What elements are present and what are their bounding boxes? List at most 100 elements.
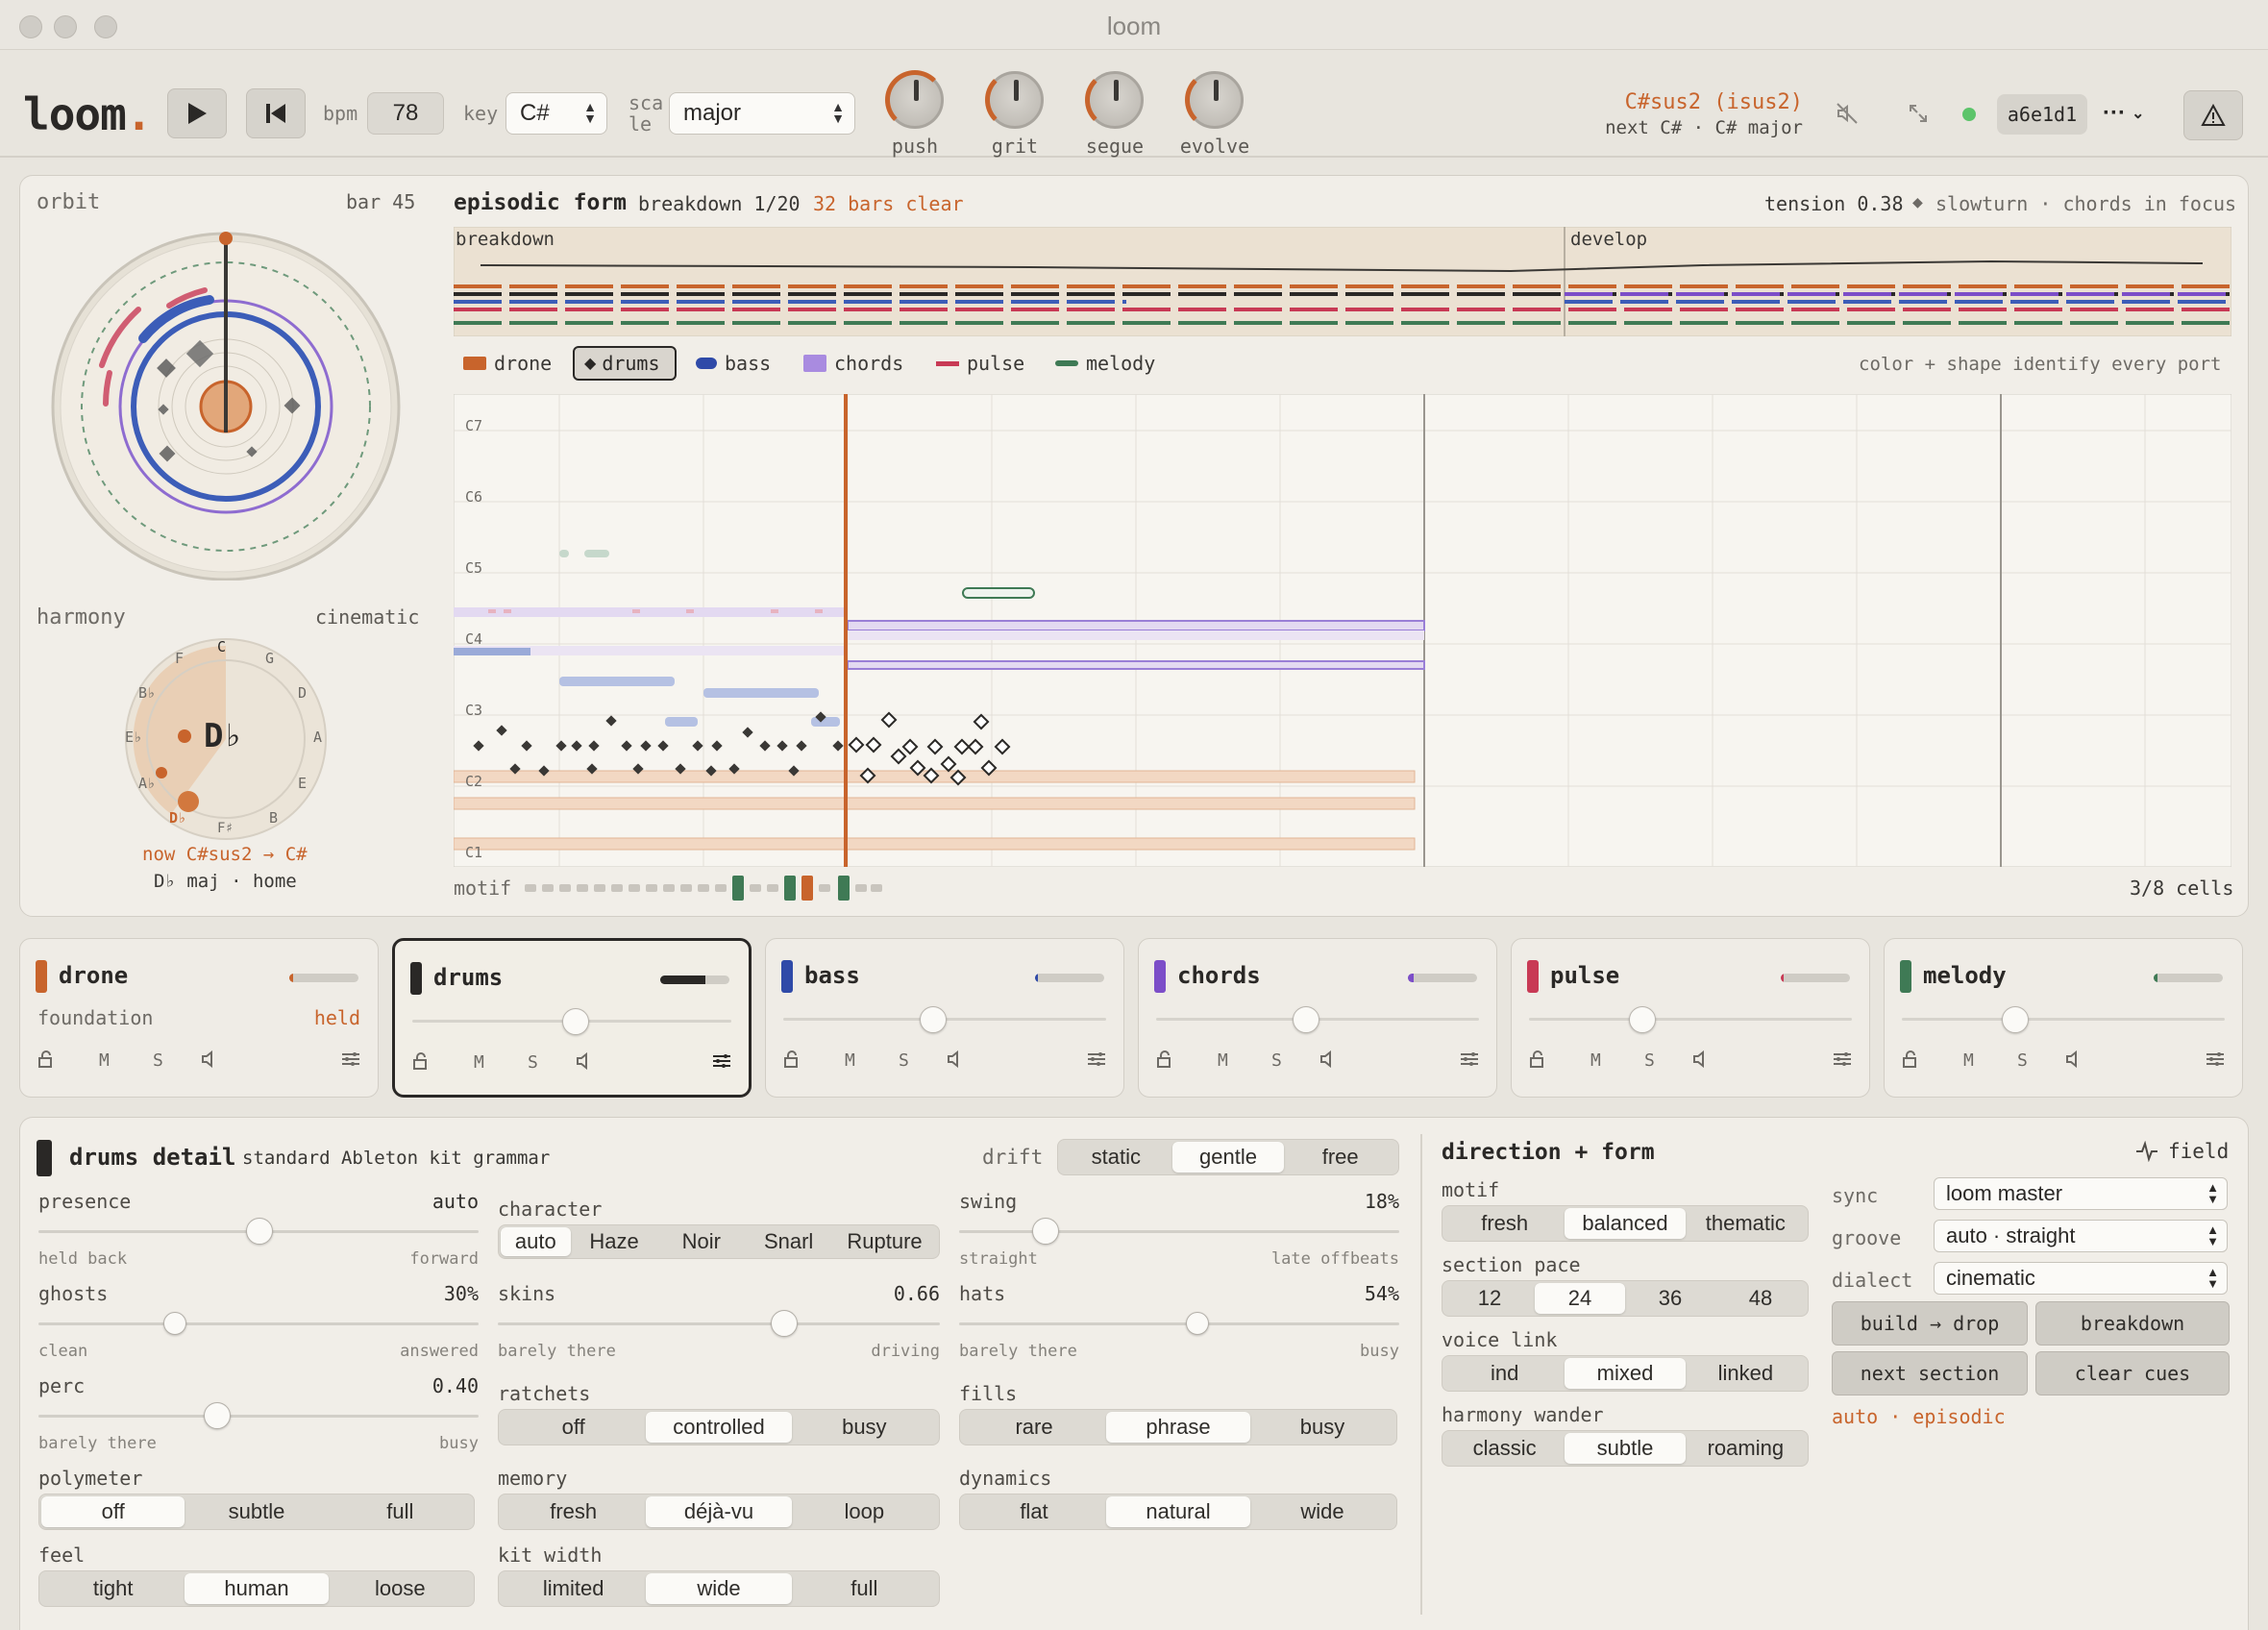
- pace-24[interactable]: 24: [1535, 1283, 1625, 1314]
- groove-select[interactable]: auto · straight ▲ ▼: [1934, 1220, 2228, 1252]
- pace-12[interactable]: 12: [1444, 1283, 1535, 1314]
- perc-thumb[interactable]: [204, 1402, 231, 1429]
- volume-slider[interactable]: [783, 1006, 1106, 1033]
- wander-roaming[interactable]: roaming: [1686, 1433, 1806, 1464]
- mute-button[interactable]: M: [845, 1050, 855, 1071]
- fills-rare[interactable]: rare: [962, 1412, 1106, 1443]
- wander-classic[interactable]: classic: [1444, 1433, 1565, 1464]
- segue-knob[interactable]: [1085, 70, 1144, 130]
- motif-strip[interactable]: [523, 875, 984, 901]
- mute-button[interactable]: M: [1218, 1050, 1228, 1071]
- track-card-bass[interactable]: bass M S: [765, 938, 1124, 1098]
- play-button[interactable]: [167, 88, 227, 138]
- section-pace-selector[interactable]: 12 24 36 48: [1442, 1280, 1809, 1317]
- volume-slider[interactable]: [1902, 1006, 2225, 1033]
- solo-button[interactable]: S: [1271, 1050, 1282, 1071]
- voice-link-ind[interactable]: ind: [1444, 1358, 1565, 1389]
- voice-link-selector[interactable]: ind mixed linked: [1442, 1355, 1809, 1392]
- lock-button[interactable]: [37, 1050, 55, 1073]
- kit-width-full[interactable]: full: [792, 1573, 937, 1604]
- mute-button[interactable]: M: [99, 1050, 110, 1071]
- polymeter-subtle[interactable]: subtle: [185, 1496, 328, 1527]
- ratchets-busy[interactable]: busy: [792, 1412, 937, 1443]
- character-noir[interactable]: Noir: [657, 1227, 745, 1256]
- polymeter-off[interactable]: off: [41, 1496, 185, 1527]
- dialect-select[interactable]: cinematic ▲ ▼: [1934, 1262, 2228, 1295]
- solo-button[interactable]: S: [2017, 1050, 2028, 1071]
- legend-chords[interactable]: chords: [803, 352, 903, 375]
- legend-pulse[interactable]: pulse: [936, 352, 1024, 375]
- character-haze[interactable]: Haze: [571, 1227, 658, 1256]
- session-id-badge[interactable]: a6e1d1: [1997, 94, 2087, 135]
- character-selector[interactable]: auto Haze Noir Snarl Rupture: [498, 1224, 940, 1259]
- swing-thumb[interactable]: [1032, 1218, 1059, 1245]
- evolve-knob[interactable]: [1185, 70, 1244, 130]
- push-knob[interactable]: [885, 70, 945, 130]
- settings-button[interactable]: [2206, 1050, 2225, 1073]
- volume-slider[interactable]: [1156, 1006, 1479, 1033]
- mute-button[interactable]: M: [1590, 1050, 1601, 1071]
- volume-slider[interactable]: [412, 1008, 731, 1035]
- mute-button[interactable]: M: [1963, 1050, 1974, 1071]
- ratchets-controlled[interactable]: controlled: [646, 1412, 792, 1443]
- motif-thematic[interactable]: thematic: [1686, 1208, 1806, 1239]
- memory-loop[interactable]: loop: [792, 1496, 937, 1527]
- motif-selector[interactable]: fresh balanced thematic: [1442, 1205, 1809, 1242]
- harmony-wander-selector[interactable]: classic subtle roaming: [1442, 1430, 1809, 1467]
- track-card-drone[interactable]: drone foundation held M S: [19, 938, 379, 1098]
- motif-fresh[interactable]: fresh: [1444, 1208, 1565, 1239]
- build-drop-button[interactable]: build → drop: [1832, 1301, 2028, 1346]
- polymeter-selector[interactable]: off subtle full: [38, 1494, 475, 1530]
- character-rupture[interactable]: Rupture: [832, 1227, 937, 1256]
- feel-tight[interactable]: tight: [41, 1573, 185, 1604]
- voice-link-mixed[interactable]: mixed: [1565, 1358, 1686, 1389]
- swing-slider[interactable]: [959, 1230, 1399, 1233]
- fills-busy[interactable]: busy: [1250, 1412, 1394, 1443]
- feel-loose[interactable]: loose: [329, 1573, 472, 1604]
- pace-36[interactable]: 36: [1625, 1283, 1715, 1314]
- legend-melody[interactable]: melody: [1055, 352, 1155, 375]
- lock-button[interactable]: [1902, 1050, 1919, 1073]
- track-card-pulse[interactable]: pulse M S: [1511, 938, 1870, 1098]
- skins-slider[interactable]: [498, 1322, 940, 1325]
- pace-48[interactable]: 48: [1715, 1283, 1806, 1314]
- next-section-button[interactable]: next section: [1832, 1351, 2028, 1395]
- drift-free[interactable]: free: [1284, 1142, 1396, 1173]
- volume-button[interactable]: [1692, 1050, 1712, 1073]
- volume-button[interactable]: [576, 1051, 595, 1074]
- character-auto[interactable]: auto: [501, 1227, 571, 1256]
- legend-bass[interactable]: bass: [696, 352, 771, 375]
- settings-button[interactable]: [1460, 1050, 1479, 1073]
- lock-button[interactable]: [1529, 1050, 1546, 1073]
- rewind-button[interactable]: [246, 88, 306, 138]
- dynamics-natural[interactable]: natural: [1106, 1496, 1250, 1527]
- lock-button[interactable]: [1156, 1050, 1173, 1073]
- scale-select[interactable]: major ▲ ▼: [669, 92, 855, 135]
- volume-button[interactable]: [1319, 1050, 1339, 1073]
- solo-button[interactable]: S: [528, 1052, 538, 1073]
- fills-phrase[interactable]: phrase: [1106, 1412, 1250, 1443]
- voice-link-linked[interactable]: linked: [1686, 1358, 1806, 1389]
- grit-knob[interactable]: [985, 70, 1044, 130]
- solo-button[interactable]: S: [1644, 1050, 1655, 1071]
- polymeter-full[interactable]: full: [329, 1496, 472, 1527]
- clear-cues-button[interactable]: clear cues: [2035, 1351, 2230, 1395]
- piano-roll[interactable]: [454, 394, 2231, 867]
- hats-slider[interactable]: [959, 1322, 1399, 1325]
- lock-button[interactable]: [783, 1050, 801, 1073]
- solo-button[interactable]: S: [153, 1050, 163, 1071]
- volume-button[interactable]: [947, 1050, 966, 1073]
- feel-human[interactable]: human: [185, 1573, 329, 1604]
- legend-drone[interactable]: drone: [463, 352, 552, 375]
- ratchets-selector[interactable]: off controlled busy: [498, 1409, 940, 1445]
- sync-select[interactable]: loom master ▲ ▼: [1934, 1177, 2228, 1210]
- track-card-drums[interactable]: drums M S: [392, 938, 752, 1098]
- kit-width-limited[interactable]: limited: [501, 1573, 646, 1604]
- kit-width-selector[interactable]: limited wide full: [498, 1570, 940, 1607]
- track-card-chords[interactable]: chords M S: [1138, 938, 1497, 1098]
- feel-selector[interactable]: tight human loose: [38, 1570, 475, 1607]
- volume-button[interactable]: [201, 1050, 220, 1073]
- character-snarl[interactable]: Snarl: [745, 1227, 832, 1256]
- mute-toggle[interactable]: [1836, 102, 1859, 130]
- lock-button[interactable]: [412, 1052, 430, 1074]
